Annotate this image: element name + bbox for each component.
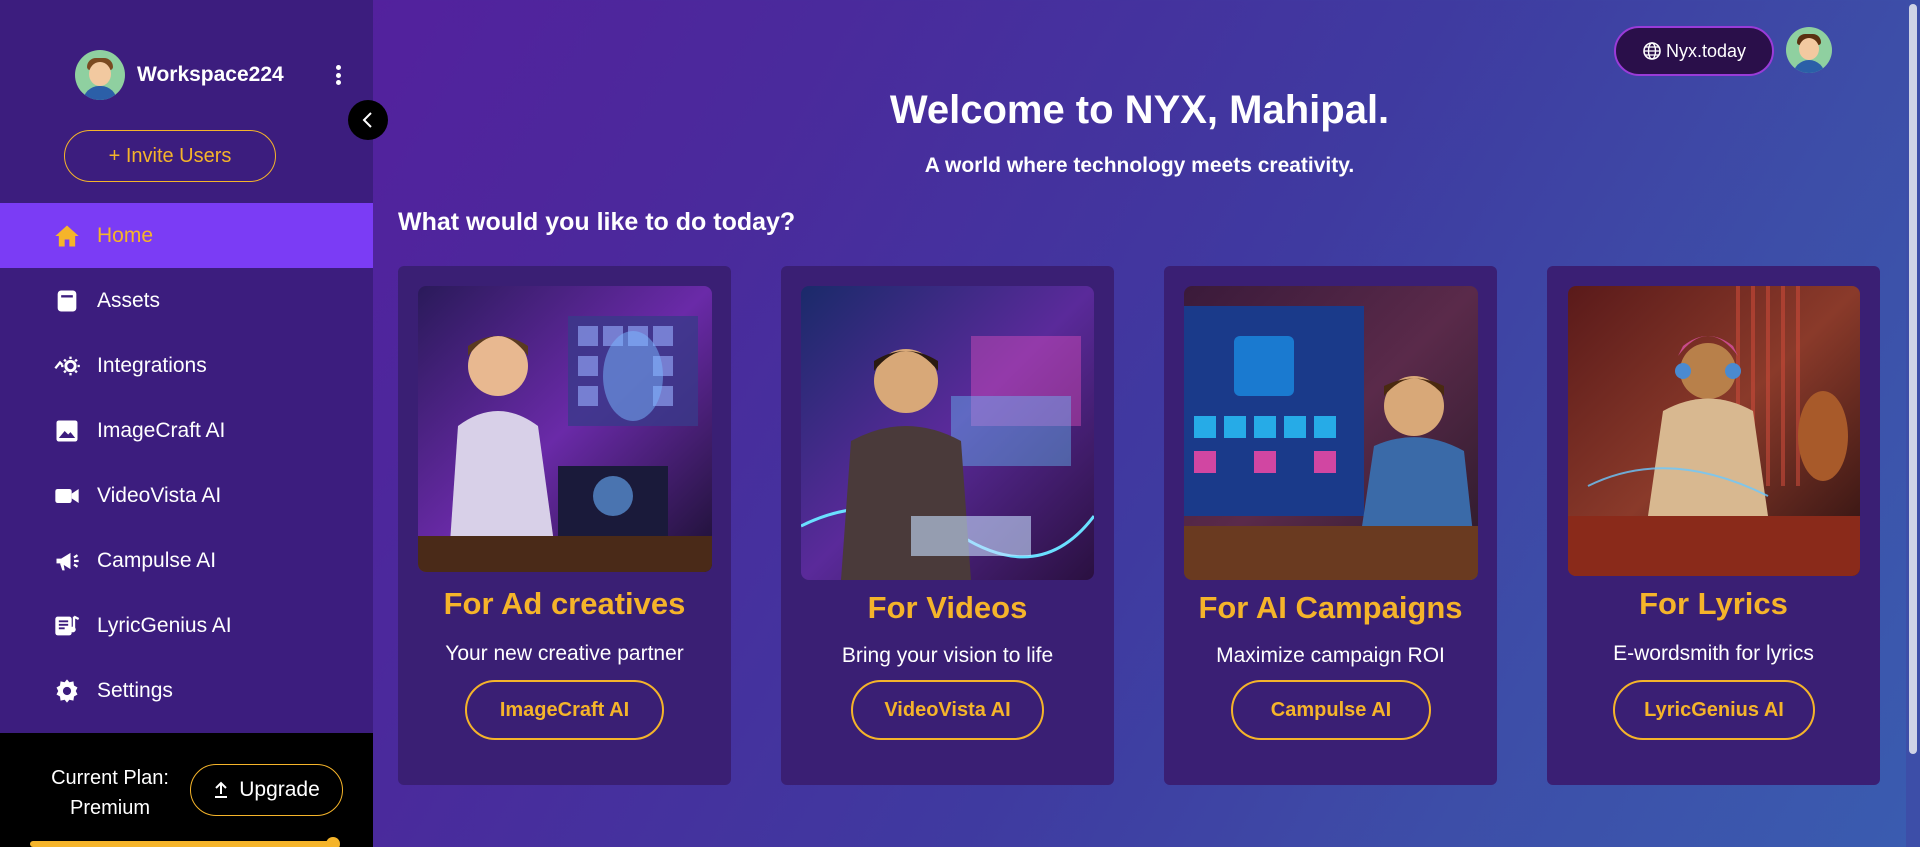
- workspace-name: Workspace224: [137, 63, 284, 86]
- videos-image: [801, 286, 1094, 580]
- assets-icon: [52, 286, 82, 316]
- sidebar-nav: Home Assets Integrations ImageCraft AI V…: [0, 203, 373, 723]
- home-icon: [52, 221, 82, 251]
- user-avatar[interactable]: [1786, 27, 1832, 73]
- nyx-today-button[interactable]: Nyx.today: [1614, 26, 1774, 76]
- videovista-button[interactable]: VideoVista AI: [851, 680, 1044, 740]
- sidebar-item-assets[interactable]: Assets: [0, 268, 373, 333]
- gear-icon: [52, 676, 82, 706]
- integrations-icon: [52, 351, 82, 381]
- workspace-avatar: [75, 50, 125, 100]
- card-subtitle: Your new creative partner: [445, 642, 684, 665]
- plan-usage-bar: [30, 841, 336, 847]
- imagecraft-button[interactable]: ImageCraft AI: [465, 680, 664, 740]
- sidebar-item-label: VideoVista AI: [97, 483, 222, 507]
- sidebar-item-imagecraft[interactable]: ImageCraft AI: [0, 398, 373, 463]
- card-subtitle: E-wordsmith for lyrics: [1613, 642, 1814, 665]
- sidebar-item-settings[interactable]: Settings: [0, 658, 373, 723]
- card-subtitle: Maximize campaign ROI: [1216, 644, 1445, 667]
- ai-campaigns-image: [1184, 286, 1478, 580]
- card-lyrics: For Lyrics E-wordsmith for lyrics LyricG…: [1547, 266, 1880, 785]
- lyrics-image: [1568, 286, 1860, 576]
- card-ad-creatives: For Ad creatives Your new creative partn…: [398, 266, 731, 785]
- workspace-switcher[interactable]: Workspace224: [75, 50, 284, 100]
- tagline: A world where technology meets creativit…: [924, 154, 1355, 177]
- plan-panel: Current Plan: Premium Upgrade: [0, 733, 373, 847]
- sidebar-item-label: Home: [97, 223, 154, 247]
- upgrade-label: Upgrade: [239, 778, 320, 801]
- plan-usage-knob: [326, 837, 340, 847]
- image-icon: [52, 416, 82, 446]
- sidebar-item-videovista[interactable]: VideoVista AI: [0, 463, 373, 528]
- card-title: For Ad creatives: [443, 586, 686, 621]
- sidebar-item-label: Settings: [97, 678, 173, 702]
- collapse-sidebar-button[interactable]: [348, 100, 388, 140]
- card-videos: For Videos Bring your vision to life Vid…: [781, 266, 1114, 785]
- ad-creatives-image: [418, 286, 712, 572]
- sidebar-item-integrations[interactable]: Integrations: [0, 333, 373, 398]
- card-ai-campaigns: For AI Campaigns Maximize campaign ROI C…: [1164, 266, 1497, 785]
- sidebar-item-lyricgenius[interactable]: LyricGenius AI: [0, 593, 373, 658]
- plan-label: Current Plan:: [51, 767, 169, 789]
- scrollbar-thumb[interactable]: [1909, 4, 1917, 754]
- nyx-today-label: Nyx.today: [1665, 40, 1747, 61]
- sidebar-item-label: Campulse AI: [97, 548, 217, 572]
- plan-value: Premium: [69, 797, 150, 819]
- card-title: For Videos: [867, 590, 1028, 625]
- lyricgenius-button[interactable]: LyricGenius AI: [1613, 680, 1815, 740]
- card-title: For Lyrics: [1639, 586, 1788, 621]
- globe-icon: [1643, 42, 1661, 60]
- chevron-left-icon: [362, 112, 372, 128]
- sidebar: Workspace224 + Invite Users Home Assets …: [0, 0, 373, 847]
- upgrade-button[interactable]: Upgrade: [190, 764, 343, 816]
- video-camera-icon: [52, 481, 82, 511]
- sidebar-item-label: LyricGenius AI: [97, 613, 232, 637]
- welcome-title: Welcome to NYX, Mahipal.: [889, 88, 1390, 132]
- sidebar-item-label: Assets: [97, 288, 161, 312]
- sidebar-item-label: ImageCraft AI: [97, 418, 226, 442]
- sidebar-item-home[interactable]: Home: [0, 203, 373, 268]
- more-vertical-icon[interactable]: [326, 62, 350, 88]
- sidebar-item-campulse[interactable]: Campulse AI: [0, 528, 373, 593]
- card-subtitle: Bring your vision to life: [841, 644, 1054, 667]
- megaphone-icon: [52, 546, 82, 576]
- section-question: What would you like to do today?: [398, 208, 796, 236]
- card-title: For AI Campaigns: [1198, 590, 1463, 625]
- sidebar-item-label: Integrations: [97, 353, 207, 377]
- upload-arrow-icon: [215, 781, 228, 798]
- page-scrollbar[interactable]: [1906, 0, 1920, 847]
- current-plan: Current Plan: Premium: [36, 763, 184, 823]
- lyrics-icon: [52, 611, 82, 641]
- invite-users-button[interactable]: + Invite Users: [64, 130, 276, 182]
- campulse-button[interactable]: Campulse AI: [1231, 680, 1431, 740]
